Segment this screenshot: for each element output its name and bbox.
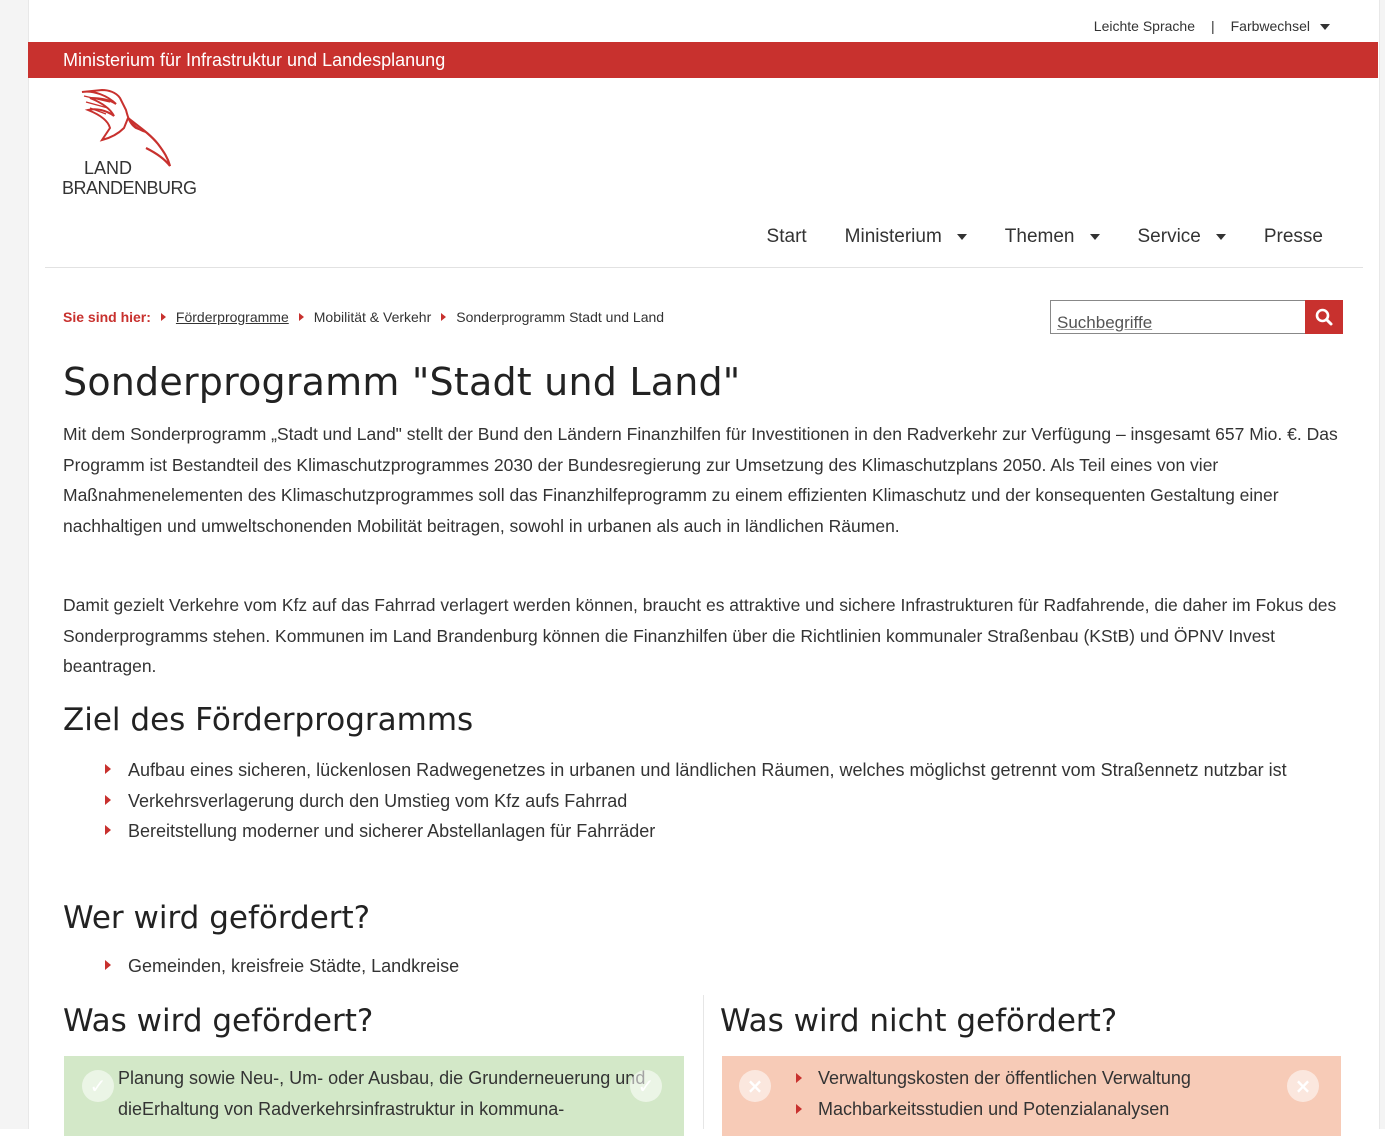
bullet-arrow-icon bbox=[796, 1073, 802, 1083]
nav-themen-label: Themen bbox=[1004, 226, 1075, 247]
bullet-arrow-icon bbox=[105, 825, 111, 835]
column-divider bbox=[703, 995, 704, 1129]
list-item: Verwaltungskosten der öffentlichen Verwa… bbox=[796, 1063, 1191, 1094]
breadcrumb: Sie sind hier: Förderprogramme Mobilität… bbox=[63, 309, 664, 325]
chevron-down-icon bbox=[956, 234, 967, 240]
wer-list: Gemeinden, kreisfreie Städte, Landkreise bbox=[105, 951, 459, 982]
brandenburg-logo[interactable]: LAND BRANDENBURG bbox=[62, 88, 212, 203]
search-icon bbox=[1315, 308, 1333, 326]
section-heading-ziel: Ziel des Förderprogramms bbox=[63, 702, 474, 738]
intro-paragraph: Mit dem Sonderprogramm „Stadt und Land" … bbox=[63, 424, 1338, 536]
funded-box: ✓ Planung sowie Neu-, Um- oder Ausbau, d… bbox=[64, 1056, 684, 1136]
list-item-text: Verkehrsverlagerung durch den Umstieg vo… bbox=[128, 790, 628, 811]
nav-themen[interactable]: Themen bbox=[1005, 226, 1100, 248]
page-title: Sonderprogramm "Stadt und Land" bbox=[63, 360, 741, 404]
nav-ministerium[interactable]: Ministerium bbox=[845, 226, 967, 248]
breadcrumb-item-mobilitaet: Mobilität & Verkehr bbox=[313, 309, 432, 325]
list-item: Machbarkeitsstudien und Potenzialanalyse… bbox=[796, 1094, 1191, 1125]
nav-ministerium-label: Ministerium bbox=[844, 226, 942, 247]
list-item-text: Aufbau eines sicheren, lückenlosen Radwe… bbox=[128, 760, 1287, 780]
logo-text-land: LAND bbox=[84, 158, 133, 178]
ministry-name[interactable]: Ministerium für Infrastruktur und Landes… bbox=[63, 50, 445, 71]
utility-bar: Leichte Sprache | Farbwechsel bbox=[1094, 18, 1330, 34]
breadcrumb-item-current: Sonderprogramm Stadt und Land bbox=[456, 309, 665, 325]
list-item: Bereitstellung moderner und sicherer Abs… bbox=[105, 816, 1325, 847]
nav-start-label: Start bbox=[766, 226, 807, 247]
bullet-arrow-icon bbox=[105, 794, 111, 805]
section-heading-was: Was wird gefördert? bbox=[63, 1003, 374, 1039]
search-button[interactable] bbox=[1305, 300, 1343, 334]
bullet-arrow-icon bbox=[796, 1104, 802, 1114]
not-funded-box: × Verwaltungskosten der öffentlichen Ver… bbox=[722, 1056, 1341, 1136]
chevron-down-icon bbox=[1089, 234, 1100, 240]
list-item-text: Gemeinden, kreisfreie Städte, Landkreise bbox=[128, 956, 460, 976]
section-heading-nicht: Was wird nicht gefördert? bbox=[720, 1003, 1118, 1039]
breadcrumb-item-foerderprogramme[interactable]: Förderprogramme bbox=[176, 309, 289, 325]
funding-paragraph: Damit gezielt Verkehre vom Kfz auf das F… bbox=[63, 595, 1337, 676]
close-icon: × bbox=[739, 1070, 771, 1102]
not-funded-list: Verwaltungskosten der öffentlichen Verwa… bbox=[796, 1063, 1191, 1125]
nav-service-label: Service bbox=[1137, 226, 1201, 247]
section-heading-wer: Wer wird gefördert? bbox=[63, 900, 371, 936]
breadcrumb-arrow-icon bbox=[441, 313, 447, 321]
list-item: Aufbau eines sicheren, lückenlosen Radwe… bbox=[105, 755, 1325, 786]
nav-start[interactable]: Start bbox=[767, 226, 807, 248]
nav-divider bbox=[45, 267, 1363, 268]
main-navigation: Start Ministerium Themen Service Presse bbox=[767, 226, 1323, 248]
breadcrumb-arrow-icon bbox=[298, 313, 304, 321]
list-item-text: Bereitstellung moderner und sicherer Abs… bbox=[128, 821, 656, 841]
bullet-arrow-icon bbox=[105, 764, 111, 774]
checkmark-icon: ✓ bbox=[82, 1070, 114, 1102]
chevron-down-icon bbox=[1215, 234, 1226, 240]
search-input[interactable]: Suchbegriffe bbox=[1050, 300, 1305, 334]
close-icon: × bbox=[1287, 1070, 1319, 1102]
breadcrumb-arrow-icon bbox=[160, 313, 166, 321]
nav-presse-label: Presse bbox=[1263, 226, 1323, 247]
list-item: Gemeinden, kreisfreie Städte, Landkreise bbox=[105, 951, 459, 982]
search-form: Suchbegriffe bbox=[1050, 300, 1343, 334]
bullet-arrow-icon bbox=[105, 960, 111, 970]
nav-presse[interactable]: Presse bbox=[1264, 226, 1323, 248]
ziel-list: Aufbau eines sicheren, lückenlosen Radwe… bbox=[105, 755, 1325, 847]
ministry-bar: Ministerium für Infrastruktur und Landes… bbox=[28, 42, 1378, 78]
color-switch-label: Farbwechsel bbox=[1230, 18, 1310, 34]
funded-text: Planung sowie Neu-, Um- oder Ausbau, die… bbox=[118, 1068, 646, 1119]
chevron-down-icon bbox=[1320, 24, 1330, 31]
logo-text-brandenburg: BRANDENBURG bbox=[62, 178, 197, 198]
list-item: Verkehrsverlagerung durch den Umstieg vo… bbox=[105, 786, 1325, 817]
color-switch-toggle[interactable]: Farbwechsel bbox=[1231, 18, 1330, 34]
checkmark-icon: ✓ bbox=[630, 1070, 662, 1102]
eagle-icon bbox=[81, 88, 172, 167]
utility-separator: | bbox=[1210, 18, 1215, 34]
breadcrumb-label: Sie sind hier: bbox=[63, 309, 151, 325]
easy-language-link[interactable]: Leichte Sprache bbox=[1094, 18, 1195, 34]
list-item-text: Verwaltungskosten der öffentlichen Verwa… bbox=[818, 1068, 1191, 1088]
nav-service[interactable]: Service bbox=[1138, 226, 1226, 248]
list-item-text: Machbarkeitsstudien und Potenzialanalyse… bbox=[818, 1099, 1170, 1119]
